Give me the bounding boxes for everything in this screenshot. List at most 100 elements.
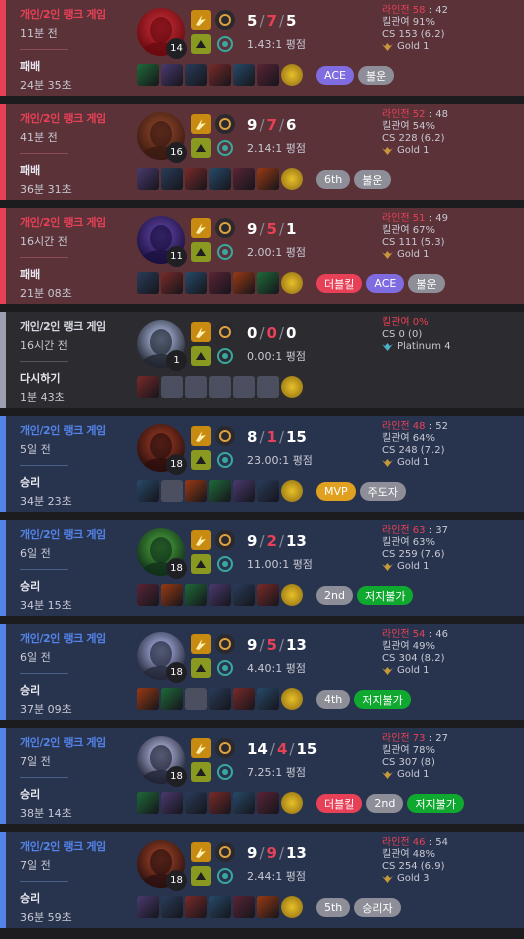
item-icon[interactable] (161, 168, 183, 190)
item-icon[interactable] (137, 896, 159, 918)
empty-item-slot[interactable] (185, 376, 207, 398)
item-icon[interactable] (137, 64, 159, 86)
ghost-spell-icon[interactable] (191, 554, 211, 574)
secondary-rune-icon[interactable] (215, 762, 235, 782)
flash-spell-icon[interactable] (191, 426, 211, 446)
item-icon[interactable] (161, 272, 183, 294)
trinket-icon[interactable] (281, 584, 303, 606)
item-icon[interactable] (233, 64, 255, 86)
item-icon[interactable] (209, 896, 231, 918)
match-card[interactable]: 개인/2인 랭크 게임 11분 전 패배 24분 35초 14 5/7/5 1.43:1 평… (0, 0, 524, 96)
item-icon[interactable] (161, 896, 183, 918)
flash-spell-icon[interactable] (191, 322, 211, 342)
item-icon[interactable] (185, 168, 207, 190)
item-icon[interactable] (257, 896, 279, 918)
item-icon[interactable] (233, 480, 255, 502)
flash-spell-icon[interactable] (191, 218, 211, 238)
item-icon[interactable] (257, 168, 279, 190)
match-card[interactable]: 개인/2인 랭크 게임 41분 전 패배 36분 31초 16 9/7/6 2.14:1 평… (0, 104, 524, 200)
trinket-icon[interactable] (281, 168, 303, 190)
trinket-icon[interactable] (281, 272, 303, 294)
item-icon[interactable] (209, 584, 231, 606)
item-icon[interactable] (209, 688, 231, 710)
flash-spell-icon[interactable] (191, 634, 211, 654)
ghost-spell-icon[interactable] (191, 866, 211, 886)
item-icon[interactable] (257, 688, 279, 710)
secondary-rune-icon[interactable] (215, 138, 235, 158)
item-icon[interactable] (257, 584, 279, 606)
primary-rune-icon[interactable] (215, 530, 235, 550)
item-icon[interactable] (161, 792, 183, 814)
item-icon[interactable] (209, 64, 231, 86)
flash-spell-icon[interactable] (191, 114, 211, 134)
primary-rune-icon[interactable] (215, 634, 235, 654)
item-icon[interactable] (209, 792, 231, 814)
item-icon[interactable] (233, 896, 255, 918)
item-icon[interactable] (233, 584, 255, 606)
trinket-icon[interactable] (281, 64, 303, 86)
primary-rune-icon[interactable] (215, 426, 235, 446)
empty-item-slot[interactable] (233, 376, 255, 398)
primary-rune-icon[interactable] (215, 10, 235, 30)
empty-item-slot[interactable] (185, 688, 207, 710)
ghost-spell-icon[interactable] (191, 34, 211, 54)
item-icon[interactable] (137, 168, 159, 190)
item-icon[interactable] (161, 64, 183, 86)
item-icon[interactable] (185, 792, 207, 814)
match-card[interactable]: 개인/2인 랭크 게임 16시간 전 패배 21분 08초 11 9/5/1 2.00:1 … (0, 208, 524, 304)
trinket-icon[interactable] (281, 792, 303, 814)
item-icon[interactable] (233, 168, 255, 190)
primary-rune-icon[interactable] (215, 738, 235, 758)
ghost-spell-icon[interactable] (191, 658, 211, 678)
item-icon[interactable] (257, 64, 279, 86)
item-icon[interactable] (161, 688, 183, 710)
item-icon[interactable] (137, 792, 159, 814)
item-icon[interactable] (233, 792, 255, 814)
match-card[interactable]: 개인/2인 랭크 게임 6일 전 승리 37분 09초 18 9/5/13 4.40:1 평… (0, 624, 524, 720)
ghost-spell-icon[interactable] (191, 138, 211, 158)
primary-rune-icon[interactable] (215, 114, 235, 134)
item-icon[interactable] (137, 376, 159, 398)
secondary-rune-icon[interactable] (215, 242, 235, 262)
item-icon[interactable] (257, 272, 279, 294)
flash-spell-icon[interactable] (191, 530, 211, 550)
item-icon[interactable] (185, 896, 207, 918)
trinket-icon[interactable] (281, 480, 303, 502)
trinket-icon[interactable] (281, 376, 303, 398)
primary-rune-icon[interactable] (215, 842, 235, 862)
item-icon[interactable] (209, 272, 231, 294)
empty-item-slot[interactable] (209, 376, 231, 398)
secondary-rune-icon[interactable] (215, 34, 235, 54)
item-icon[interactable] (137, 584, 159, 606)
item-icon[interactable] (185, 584, 207, 606)
primary-rune-icon[interactable] (215, 322, 235, 342)
secondary-rune-icon[interactable] (215, 450, 235, 470)
secondary-rune-icon[interactable] (215, 346, 235, 366)
secondary-rune-icon[interactable] (215, 658, 235, 678)
flash-spell-icon[interactable] (191, 842, 211, 862)
item-icon[interactable] (209, 480, 231, 502)
match-card[interactable]: 개인/2인 랭크 게임 16시간 전 다시하기 1분 43초 1 0/0/0 0.00:1 … (0, 312, 524, 408)
secondary-rune-icon[interactable] (215, 554, 235, 574)
trinket-icon[interactable] (281, 896, 303, 918)
flash-spell-icon[interactable] (191, 10, 211, 30)
empty-item-slot[interactable] (161, 480, 183, 502)
item-icon[interactable] (185, 480, 207, 502)
trinket-icon[interactable] (281, 688, 303, 710)
item-icon[interactable] (161, 584, 183, 606)
ghost-spell-icon[interactable] (191, 242, 211, 262)
ghost-spell-icon[interactable] (191, 762, 211, 782)
match-card[interactable]: 개인/2인 랭크 게임 5일 전 승리 34분 23초 18 8/1/15 23.00:1 … (0, 416, 524, 512)
item-icon[interactable] (257, 792, 279, 814)
secondary-rune-icon[interactable] (215, 866, 235, 886)
item-icon[interactable] (137, 480, 159, 502)
item-icon[interactable] (233, 272, 255, 294)
item-icon[interactable] (137, 272, 159, 294)
item-icon[interactable] (209, 168, 231, 190)
match-card[interactable]: 개인/2인 랭크 게임 6일 전 승리 34분 15초 18 9/2/13 11.00:1 … (0, 520, 524, 616)
primary-rune-icon[interactable] (215, 218, 235, 238)
match-card[interactable]: 개인/2인 랭크 게임 7일 전 승리 38분 14초 18 14/4/15 7.25:1 … (0, 728, 524, 824)
ghost-spell-icon[interactable] (191, 346, 211, 366)
flash-spell-icon[interactable] (191, 738, 211, 758)
item-icon[interactable] (185, 272, 207, 294)
